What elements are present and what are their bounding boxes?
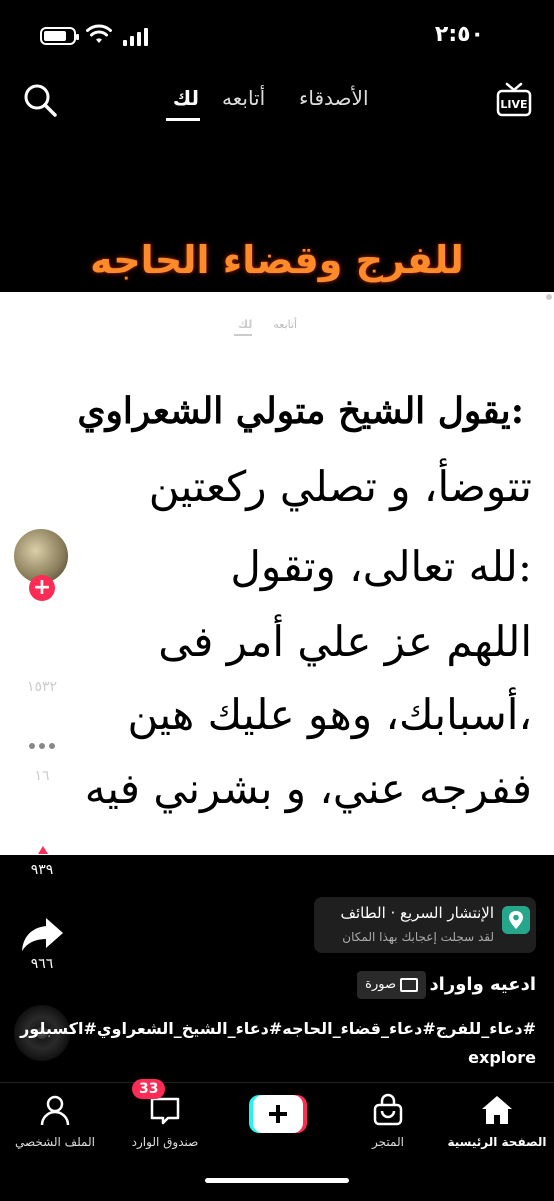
comment-icon[interactable] xyxy=(18,726,66,770)
bottom-nav: الصفحة الرئيسية المتجر صندوق الوارد 33 ا… xyxy=(0,1079,554,1201)
bookmark-icon[interactable] xyxy=(28,820,58,856)
photo-text-line: يقول الشيخ متولي الشعراوي: xyxy=(77,390,524,432)
nav-home-label: الصفحة الرئيسية xyxy=(447,1135,547,1149)
location-title: الإنتشار السريع · الطائف xyxy=(340,904,494,922)
photo-tab-underline xyxy=(234,334,252,336)
share-arrow-icon[interactable] xyxy=(18,912,66,956)
active-tab-indicator xyxy=(166,118,200,121)
photo-text-line: لله تعالى، وتقول: xyxy=(230,542,532,591)
home-indicator xyxy=(205,1178,349,1183)
photo-tab-for-you: لك xyxy=(238,318,253,331)
nav-profile-label: الملف الشخصي xyxy=(15,1135,95,1149)
shopping-bag-icon xyxy=(373,1093,403,1126)
photo-tab-following: أتابعه xyxy=(273,318,298,331)
photo-badge: صورة xyxy=(357,971,426,999)
tab-for-you[interactable]: لك xyxy=(173,86,199,110)
author-name[interactable]: ادعيه واوراد xyxy=(429,974,536,995)
nav-shop[interactable]: المتجر xyxy=(333,1093,443,1149)
photo-text-line: أسبابك، وهو عليك هين، xyxy=(127,690,532,739)
photo-text-line: تتوضأ، و تصلي ركعتين xyxy=(148,462,532,511)
photo-text-line: اللهم عز علي أمر فى xyxy=(158,617,532,666)
photo-tabs: أتابعه لك xyxy=(238,318,297,331)
inbox-badge: 33 xyxy=(132,1079,166,1099)
photo-badge-label: صورة xyxy=(365,977,396,992)
like-heart-icon[interactable] xyxy=(18,634,66,678)
tab-following[interactable]: أتابعه xyxy=(222,86,265,110)
image-icon xyxy=(400,977,418,992)
post-heading: للفرج وقضاء الحاجه xyxy=(90,238,464,282)
save-count: ٩٣٩ xyxy=(30,862,54,878)
photo-indicator xyxy=(546,294,552,300)
photo-text-line: ففرجه عني، و بشرني فيه xyxy=(84,764,532,813)
nav-shop-label: المتجر xyxy=(372,1135,404,1149)
tab-friends[interactable]: الأصدقاء xyxy=(299,86,369,110)
location-subtitle: لقد سجلت إعجابك بهذا المكان xyxy=(342,930,494,944)
status-time: ٢:٥٠ xyxy=(434,22,484,47)
location-pin-icon xyxy=(502,906,530,934)
profile-icon xyxy=(40,1095,70,1126)
wifi-icon xyxy=(86,24,112,43)
nav-profile[interactable]: الملف الشخصي xyxy=(0,1093,110,1149)
comment-count: ١٦ xyxy=(34,768,50,784)
location-card[interactable]: الإنتشار السريع · الطائف لقد سجلت إعجابك… xyxy=(314,897,536,953)
nav-inbox-label: صندوق الوارد xyxy=(131,1135,199,1149)
battery-icon xyxy=(40,27,79,45)
live-icon[interactable]: LIVE xyxy=(496,80,532,120)
search-icon[interactable] xyxy=(22,82,58,118)
post-caption[interactable]: #دعاء_للفرج#دعاء_قضاء_الحاجه#دعاء_الشيخ_… xyxy=(20,1014,536,1072)
svg-text:LIVE: LIVE xyxy=(500,98,527,111)
share-count: ٩٦٦ xyxy=(30,956,54,972)
home-icon xyxy=(482,1096,512,1124)
follow-plus-button[interactable]: + xyxy=(29,575,55,601)
like-count: ١٥٣٢ xyxy=(26,679,58,695)
nav-inbox[interactable]: صندوق الوارد xyxy=(110,1093,220,1149)
create-plus-button[interactable] xyxy=(249,1095,307,1133)
cellular-signal-icon xyxy=(123,28,148,46)
nav-home[interactable]: الصفحة الرئيسية xyxy=(442,1093,552,1149)
